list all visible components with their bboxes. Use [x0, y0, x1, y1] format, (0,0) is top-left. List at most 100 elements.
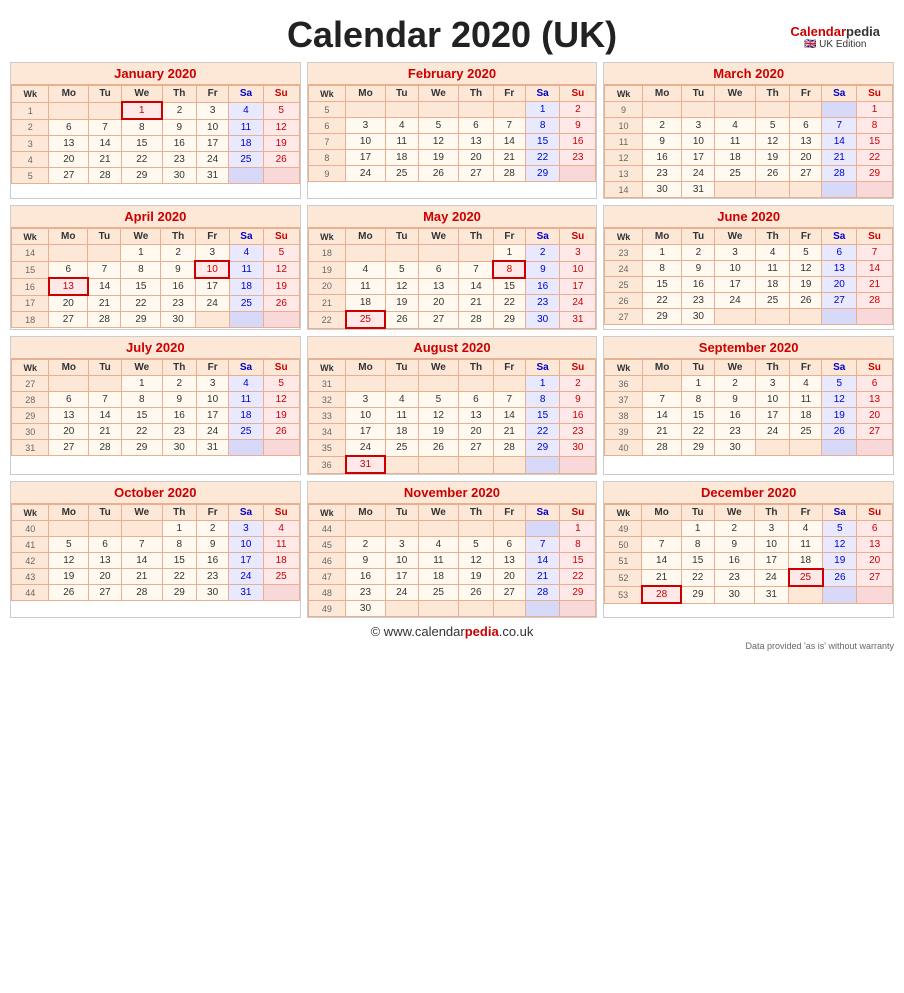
cal-cell-mo: 9	[346, 553, 386, 569]
cal-cell-su	[560, 166, 596, 182]
table-row: 49123456	[605, 521, 893, 537]
cal-cell-su: 10	[560, 261, 596, 278]
cal-cell-wk: 22	[308, 311, 345, 328]
cal-cell-su: 19	[263, 408, 299, 424]
cal-cell-wk: 25	[605, 277, 642, 293]
cal-cell-we	[418, 456, 459, 473]
cal-cell-wk: 29	[12, 408, 49, 424]
cal-cell-wk: 35	[308, 440, 345, 457]
col-header-wk: Wk	[12, 505, 49, 521]
cal-cell-wk: 17	[12, 295, 49, 312]
cal-cell-tu: 19	[385, 295, 418, 312]
cal-cell-tu: 13	[89, 553, 122, 569]
table-row: 2118192021222324	[308, 295, 596, 312]
cal-cell-sa: 13	[822, 261, 857, 277]
cal-cell-we: 25	[715, 166, 756, 182]
cal-cell-wk: 9	[308, 166, 345, 182]
cal-cell-th: 23	[162, 424, 197, 440]
cal-cell-su: 20	[857, 553, 893, 570]
cal-cell-th: 14	[459, 278, 494, 295]
cal-cell-fr: 27	[493, 585, 525, 601]
cal-cell-sa	[822, 440, 857, 456]
cal-cell-wk: 13	[605, 166, 642, 182]
cal-cell-tu: 24	[385, 585, 418, 601]
table-row: 1613141516171819	[12, 278, 300, 295]
cal-cell-sa: 27	[822, 293, 857, 309]
cal-cell-wk: 31	[12, 440, 49, 456]
cal-cell-su: 19	[264, 278, 300, 295]
col-header-mo: Mo	[642, 505, 681, 521]
table-row: 3524252627282930	[308, 440, 596, 457]
col-header-su: Su	[857, 229, 893, 245]
cal-cell-wk: 1	[12, 102, 49, 119]
cal-cell-sa: 2	[525, 245, 560, 262]
cal-cell-mo: 9	[642, 134, 682, 150]
col-header-sa: Sa	[822, 360, 857, 376]
cal-cell-tu: 25	[385, 166, 418, 182]
cal-cell-sa: 23	[525, 295, 560, 312]
cal-table-3: WkMoTuWeThFrSaSu911023456781191011121314…	[604, 85, 893, 198]
cal-cell-th: 23	[161, 295, 195, 312]
cal-cell-mo: 27	[49, 440, 89, 456]
cal-cell-th: 20	[459, 150, 494, 166]
cal-cell-mo: 27	[49, 168, 89, 184]
table-row: 18123	[308, 245, 596, 262]
cal-cell-fr: 10	[195, 261, 229, 278]
col-header-su: Su	[263, 505, 299, 521]
cal-cell-fr	[493, 376, 525, 392]
cal-cell-th: 10	[754, 537, 788, 553]
cal-cell-sa: 15	[525, 134, 560, 150]
cal-cell-fr	[790, 182, 822, 198]
table-row: 5114151617181920	[605, 553, 893, 570]
cal-cell-we: 17	[715, 277, 756, 293]
cal-cell-mo: 6	[49, 261, 88, 278]
cal-cell-su: 2	[560, 376, 596, 392]
cal-cell-we: 4	[418, 537, 459, 553]
cal-cell-sa: 29	[525, 166, 560, 182]
cal-cell-we: 13	[418, 278, 458, 295]
cal-table-7: WkMoTuWeThFrSaSu271234528678910111229131…	[11, 359, 300, 456]
table-row: 5221222324252627	[605, 569, 893, 586]
cal-cell-fr: 14	[493, 408, 525, 424]
cal-cell-tu: 18	[385, 424, 418, 440]
cal-cell-su: 6	[857, 376, 893, 392]
cal-cell-sa: 1	[525, 376, 560, 392]
month-title-2: February 2020	[308, 63, 597, 85]
col-header-mo: Mo	[49, 505, 89, 521]
cal-cell-wk: 5	[308, 102, 345, 118]
cal-cell-tu: 26	[385, 311, 418, 328]
table-row: 3310111213141516	[308, 408, 596, 424]
col-header-mo: Mo	[642, 229, 682, 245]
cal-cell-fr: 19	[790, 277, 822, 293]
cal-cell-mo: 16	[346, 569, 386, 585]
col-header-we: We	[715, 86, 756, 102]
cal-cell-th: 3	[754, 521, 788, 537]
cal-cell-mo: 20	[49, 152, 89, 168]
table-row: 3112	[308, 376, 596, 392]
cal-cell-wk: 4	[12, 152, 49, 168]
cal-cell-su	[263, 168, 299, 184]
cal-cell-sa: 11	[229, 119, 264, 136]
month-title-3: March 2020	[604, 63, 893, 85]
col-header-sa: Sa	[229, 229, 263, 245]
cal-cell-wk: 16	[12, 278, 49, 295]
col-header-th: Th	[755, 360, 790, 376]
cal-cell-sa: 22	[525, 150, 560, 166]
table-row: 52728293031	[12, 168, 300, 184]
table-row: 5328293031	[605, 586, 893, 603]
cal-cell-su: 26	[264, 295, 300, 312]
cal-cell-fr: 12	[790, 261, 822, 277]
cal-cell-su: 21	[857, 277, 893, 293]
cal-cell-sa: 4	[229, 245, 263, 262]
cal-cell-tu: 21	[89, 424, 122, 440]
cal-cell-fr: 27	[790, 166, 822, 182]
cal-cell-sa: 18	[229, 408, 264, 424]
cal-cell-fr: 10	[197, 392, 229, 408]
table-row: 2913141516171819	[12, 408, 300, 424]
table-row: 4930	[308, 601, 596, 617]
cal-cell-mo: 22	[642, 293, 682, 309]
cal-cell-su: 13	[857, 537, 893, 553]
month-block-12: December 2020WkMoTuWeThFrSaSu49123456507…	[603, 481, 894, 618]
cal-cell-su: 9	[560, 392, 596, 408]
cal-cell-wk: 11	[605, 134, 642, 150]
